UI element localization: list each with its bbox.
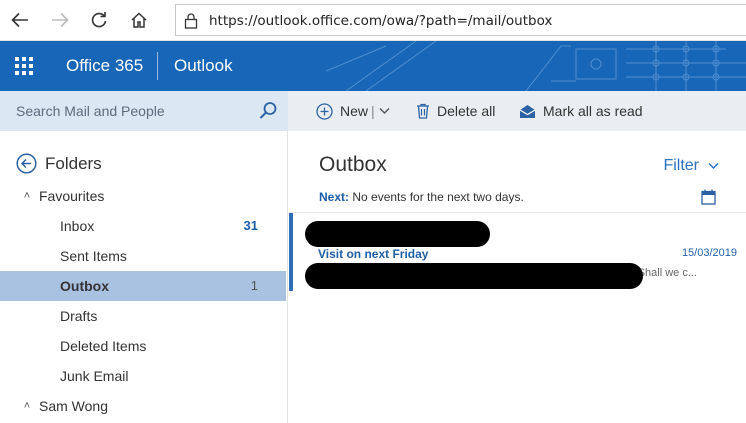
new-label: New (340, 103, 369, 119)
unread-count: 31 (243, 218, 258, 233)
browser-toolbar: https://outlook.office.com/owa/?path=/ma… (0, 0, 746, 41)
redaction-mark (305, 221, 490, 247)
lock-icon (184, 13, 198, 29)
refresh-button[interactable] (87, 8, 111, 32)
header-divider (157, 52, 158, 80)
new-button[interactable]: New | (316, 91, 390, 131)
back-circle-icon[interactable] (16, 153, 37, 174)
folder-item-deleted-items[interactable]: Deleted Items (0, 331, 286, 361)
folder-pane: Folders ˄ Favourites Inbox 31 Sent Items… (0, 131, 288, 423)
delete-all-label: Delete all (437, 103, 496, 119)
redaction-mark (305, 263, 643, 289)
filter-label: Filter (663, 157, 699, 174)
account-group[interactable]: ˄ Sam Wong (20, 398, 108, 414)
folder-label: Inbox (60, 218, 95, 234)
delete-all-button[interactable]: Delete all (416, 91, 495, 131)
open-envelope-icon (519, 104, 536, 118)
folder-item-inbox[interactable]: Inbox 31 (0, 211, 286, 241)
next-events-line: Next: No events for the next two days. (319, 190, 524, 204)
new-separator: | (371, 103, 375, 119)
chevron-down-icon[interactable] (379, 107, 390, 115)
plus-circle-icon (316, 102, 333, 120)
waffle-icon (15, 57, 33, 75)
back-button[interactable] (8, 8, 32, 32)
folder-label: Sent Items (60, 248, 127, 264)
search-icon[interactable] (259, 101, 278, 120)
address-bar[interactable]: https://outlook.office.com/owa/?path=/ma… (175, 4, 746, 36)
next-events-text: No events for the next two days. (352, 190, 524, 204)
home-button[interactable] (127, 8, 151, 32)
url-text: https://outlook.office.com/owa/?path=/ma… (209, 13, 553, 29)
command-bar: New | Delete all Mark all as read (288, 91, 746, 131)
message-subject: Visit on next Friday (318, 247, 429, 261)
next-label: Next: (319, 190, 350, 204)
message-date: 15/03/2019 (681, 247, 737, 259)
item-count: 1 (250, 278, 258, 293)
folders-header[interactable]: Folders (16, 153, 102, 174)
mark-all-read-label: Mark all as read (543, 103, 643, 119)
folder-label: Drafts (60, 308, 98, 324)
message-item[interactable]: Visit on next Friday 15/03/2019 Shall we… (289, 213, 746, 291)
folder-item-outbox[interactable]: Outbox 1 (0, 271, 286, 301)
app-title[interactable]: Outlook (174, 56, 233, 76)
app-launcher-button[interactable] (0, 41, 48, 91)
trash-icon (417, 103, 429, 119)
forward-arrow-icon (52, 12, 69, 28)
suite-brand[interactable]: Office 365 (66, 56, 143, 76)
folder-title: Outbox (319, 153, 387, 176)
forward-button[interactable] (48, 8, 72, 32)
chevron-down-icon (708, 162, 719, 170)
message-list: Outbox Filter Next: No events for the ne… (289, 131, 746, 423)
folder-label: Junk Email (60, 368, 129, 384)
folder-item-sent-items[interactable]: Sent Items (0, 241, 286, 271)
chevron-up-icon[interactable]: ˄ (20, 190, 34, 202)
favourites-group[interactable]: ˄ Favourites (20, 188, 105, 204)
account-label: Sam Wong (39, 398, 108, 414)
calendar-icon[interactable] (701, 189, 716, 205)
chevron-up-icon[interactable]: ˄ (20, 400, 34, 412)
folder-label: Outbox (60, 278, 109, 294)
suite-header: Office 365 Outlook (0, 41, 746, 91)
selection-accent (289, 213, 293, 291)
filter-button[interactable]: Filter (663, 157, 719, 175)
search-input[interactable]: Search Mail and People (16, 103, 165, 119)
back-arrow-icon (11, 12, 28, 28)
folder-label: Deleted Items (60, 338, 147, 354)
favourites-label: Favourites (39, 188, 105, 204)
home-icon (131, 12, 147, 28)
refresh-icon (91, 12, 107, 28)
search-box[interactable]: Search Mail and People (0, 91, 288, 131)
mark-all-read-button[interactable]: Mark all as read (519, 91, 643, 131)
message-preview-text: Shall we c... (637, 267, 697, 279)
folders-title: Folders (45, 153, 102, 173)
folder-item-junk-email[interactable]: Junk Email (0, 361, 286, 391)
header-pattern (326, 41, 746, 91)
folder-item-drafts[interactable]: Drafts (0, 301, 286, 331)
